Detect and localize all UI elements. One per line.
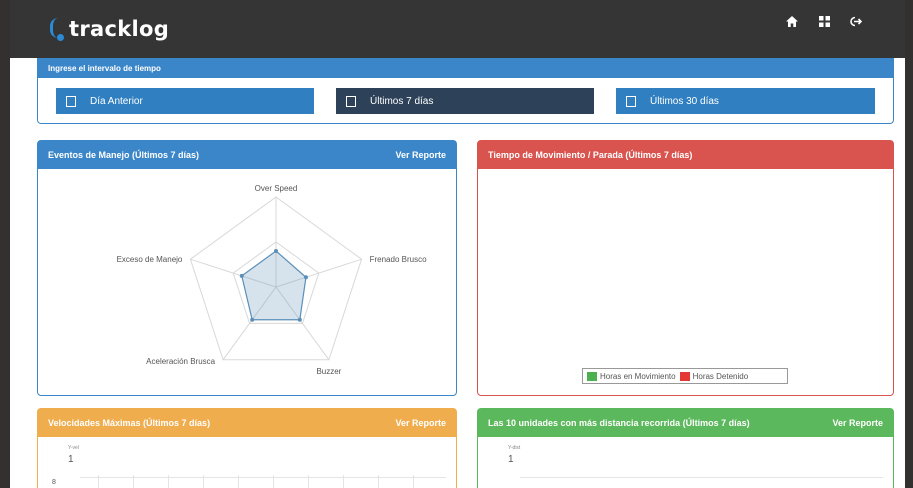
radar-data-point[interactable] (303, 275, 308, 280)
view-report-link[interactable]: Ver Reporte (395, 418, 446, 428)
grid-line (378, 475, 379, 488)
grid-line (238, 475, 239, 488)
movement-time-title: Tiempo de Movimiento / Parada (Últimos 7… (488, 150, 693, 160)
legend-swatch-stopped (679, 371, 690, 381)
radar-category-label: Buzzer (316, 367, 341, 376)
y-axis-unit: Y-dist (508, 445, 521, 451)
top-distance-chart: Y-dist 1 (478, 437, 893, 488)
range-button-label: Últimos 30 días (650, 95, 719, 107)
calendar-icon (626, 95, 636, 107)
grid-line (273, 475, 274, 488)
range-button-previous-day[interactable]: Día Anterior (56, 88, 314, 114)
driving-events-title: Eventos de Manejo (Últimos 7 días) (48, 150, 200, 160)
y-axis-tick: 1 (508, 454, 514, 465)
dashboard-content: Ingrese el intervalo de tiempo Día Anter… (10, 58, 905, 488)
driving-events-header: Eventos de Manejo (Últimos 7 días) Ver R… (38, 141, 456, 169)
movement-time-header: Tiempo de Movimiento / Parada (Últimos 7… (478, 141, 893, 169)
grid-line (343, 475, 344, 488)
grid-line (80, 477, 446, 478)
grid-line (413, 475, 414, 488)
interval-panel-header: Ingrese el intervalo de tiempo (38, 58, 893, 78)
grid-line (308, 475, 309, 488)
top-distance-panel: Las 10 unidades con más distancia recorr… (477, 408, 894, 488)
y-axis-unit: Y-vel (68, 445, 79, 451)
view-report-link[interactable]: Ver Reporte (395, 150, 446, 160)
movement-time-legend: Horas en Movimiento Horas Detenido (582, 368, 788, 384)
max-speed-chart: Y-vel 1 8 (38, 437, 456, 488)
radar-category-label: Exceso de Manejo (117, 255, 183, 264)
radar-category-label: Frenado Brusco (370, 255, 427, 264)
grid-icon[interactable] (815, 12, 833, 30)
legend-label-moving: Horas en Movimiento (600, 371, 676, 381)
right-window-edge (905, 0, 913, 488)
view-report-link[interactable]: Ver Reporte (832, 418, 883, 428)
driving-events-panel: Eventos de Manejo (Últimos 7 días) Ver R… (37, 140, 457, 396)
radar-data-point[interactable] (239, 273, 244, 278)
radar-data-point[interactable] (274, 249, 278, 253)
range-button-label: Últimos 7 días (370, 95, 434, 107)
calendar-icon (346, 95, 356, 107)
grid-line (520, 477, 883, 478)
max-speed-panel: Velocidades Máximas (Últimos 7 días) Ver… (37, 408, 457, 488)
legend-label-stopped: Horas Detenido (692, 371, 749, 381)
max-speed-header: Velocidades Máximas (Últimos 7 días) Ver… (38, 409, 456, 437)
brand-name: tracklog (69, 17, 170, 41)
nav-icon-group (783, 12, 865, 30)
interval-panel: Ingrese el intervalo de tiempo Día Anter… (37, 58, 894, 124)
brand-logo[interactable]: tracklog (48, 14, 169, 44)
radar-data-point[interactable] (250, 317, 255, 322)
range-button-last-7-days[interactable]: Últimos 7 días (336, 88, 594, 114)
top-navbar: tracklog (10, 0, 905, 58)
movement-time-panel: Tiempo de Movimiento / Parada (Últimos 7… (477, 140, 894, 396)
calendar-icon (66, 95, 76, 107)
range-button-label: Día Anterior (90, 95, 143, 107)
home-icon[interactable] (783, 12, 801, 30)
radar-data-point[interactable] (297, 317, 302, 322)
max-speed-title: Velocidades Máximas (Últimos 7 días) (48, 418, 211, 428)
radar-series-area (241, 250, 307, 321)
interval-title: Ingrese el intervalo de tiempo (48, 63, 161, 73)
logout-icon[interactable] (847, 12, 865, 30)
driving-events-radar-chart: Over Speed Frenado Brusco Buzzer Aceleració… (117, 184, 427, 376)
radar-category-label: Aceleración Brusca (146, 357, 215, 366)
y-axis-tick: 1 (68, 454, 74, 465)
top-distance-title: Las 10 unidades con más distancia recorr… (488, 418, 750, 428)
logo-mark-icon (48, 16, 66, 42)
radar-category-label: Over Speed (255, 184, 298, 193)
grid-line (168, 475, 169, 488)
top-distance-header: Las 10 unidades con más distancia recorr… (478, 409, 893, 437)
range-button-last-30-days[interactable]: Últimos 30 días (616, 88, 875, 114)
legend-swatch-moving (587, 371, 597, 381)
grid-line (203, 475, 204, 488)
left-window-edge (0, 0, 10, 488)
y-axis-tick-secondary: 8 (52, 479, 56, 486)
grid-line (133, 475, 134, 488)
grid-line (98, 475, 99, 488)
